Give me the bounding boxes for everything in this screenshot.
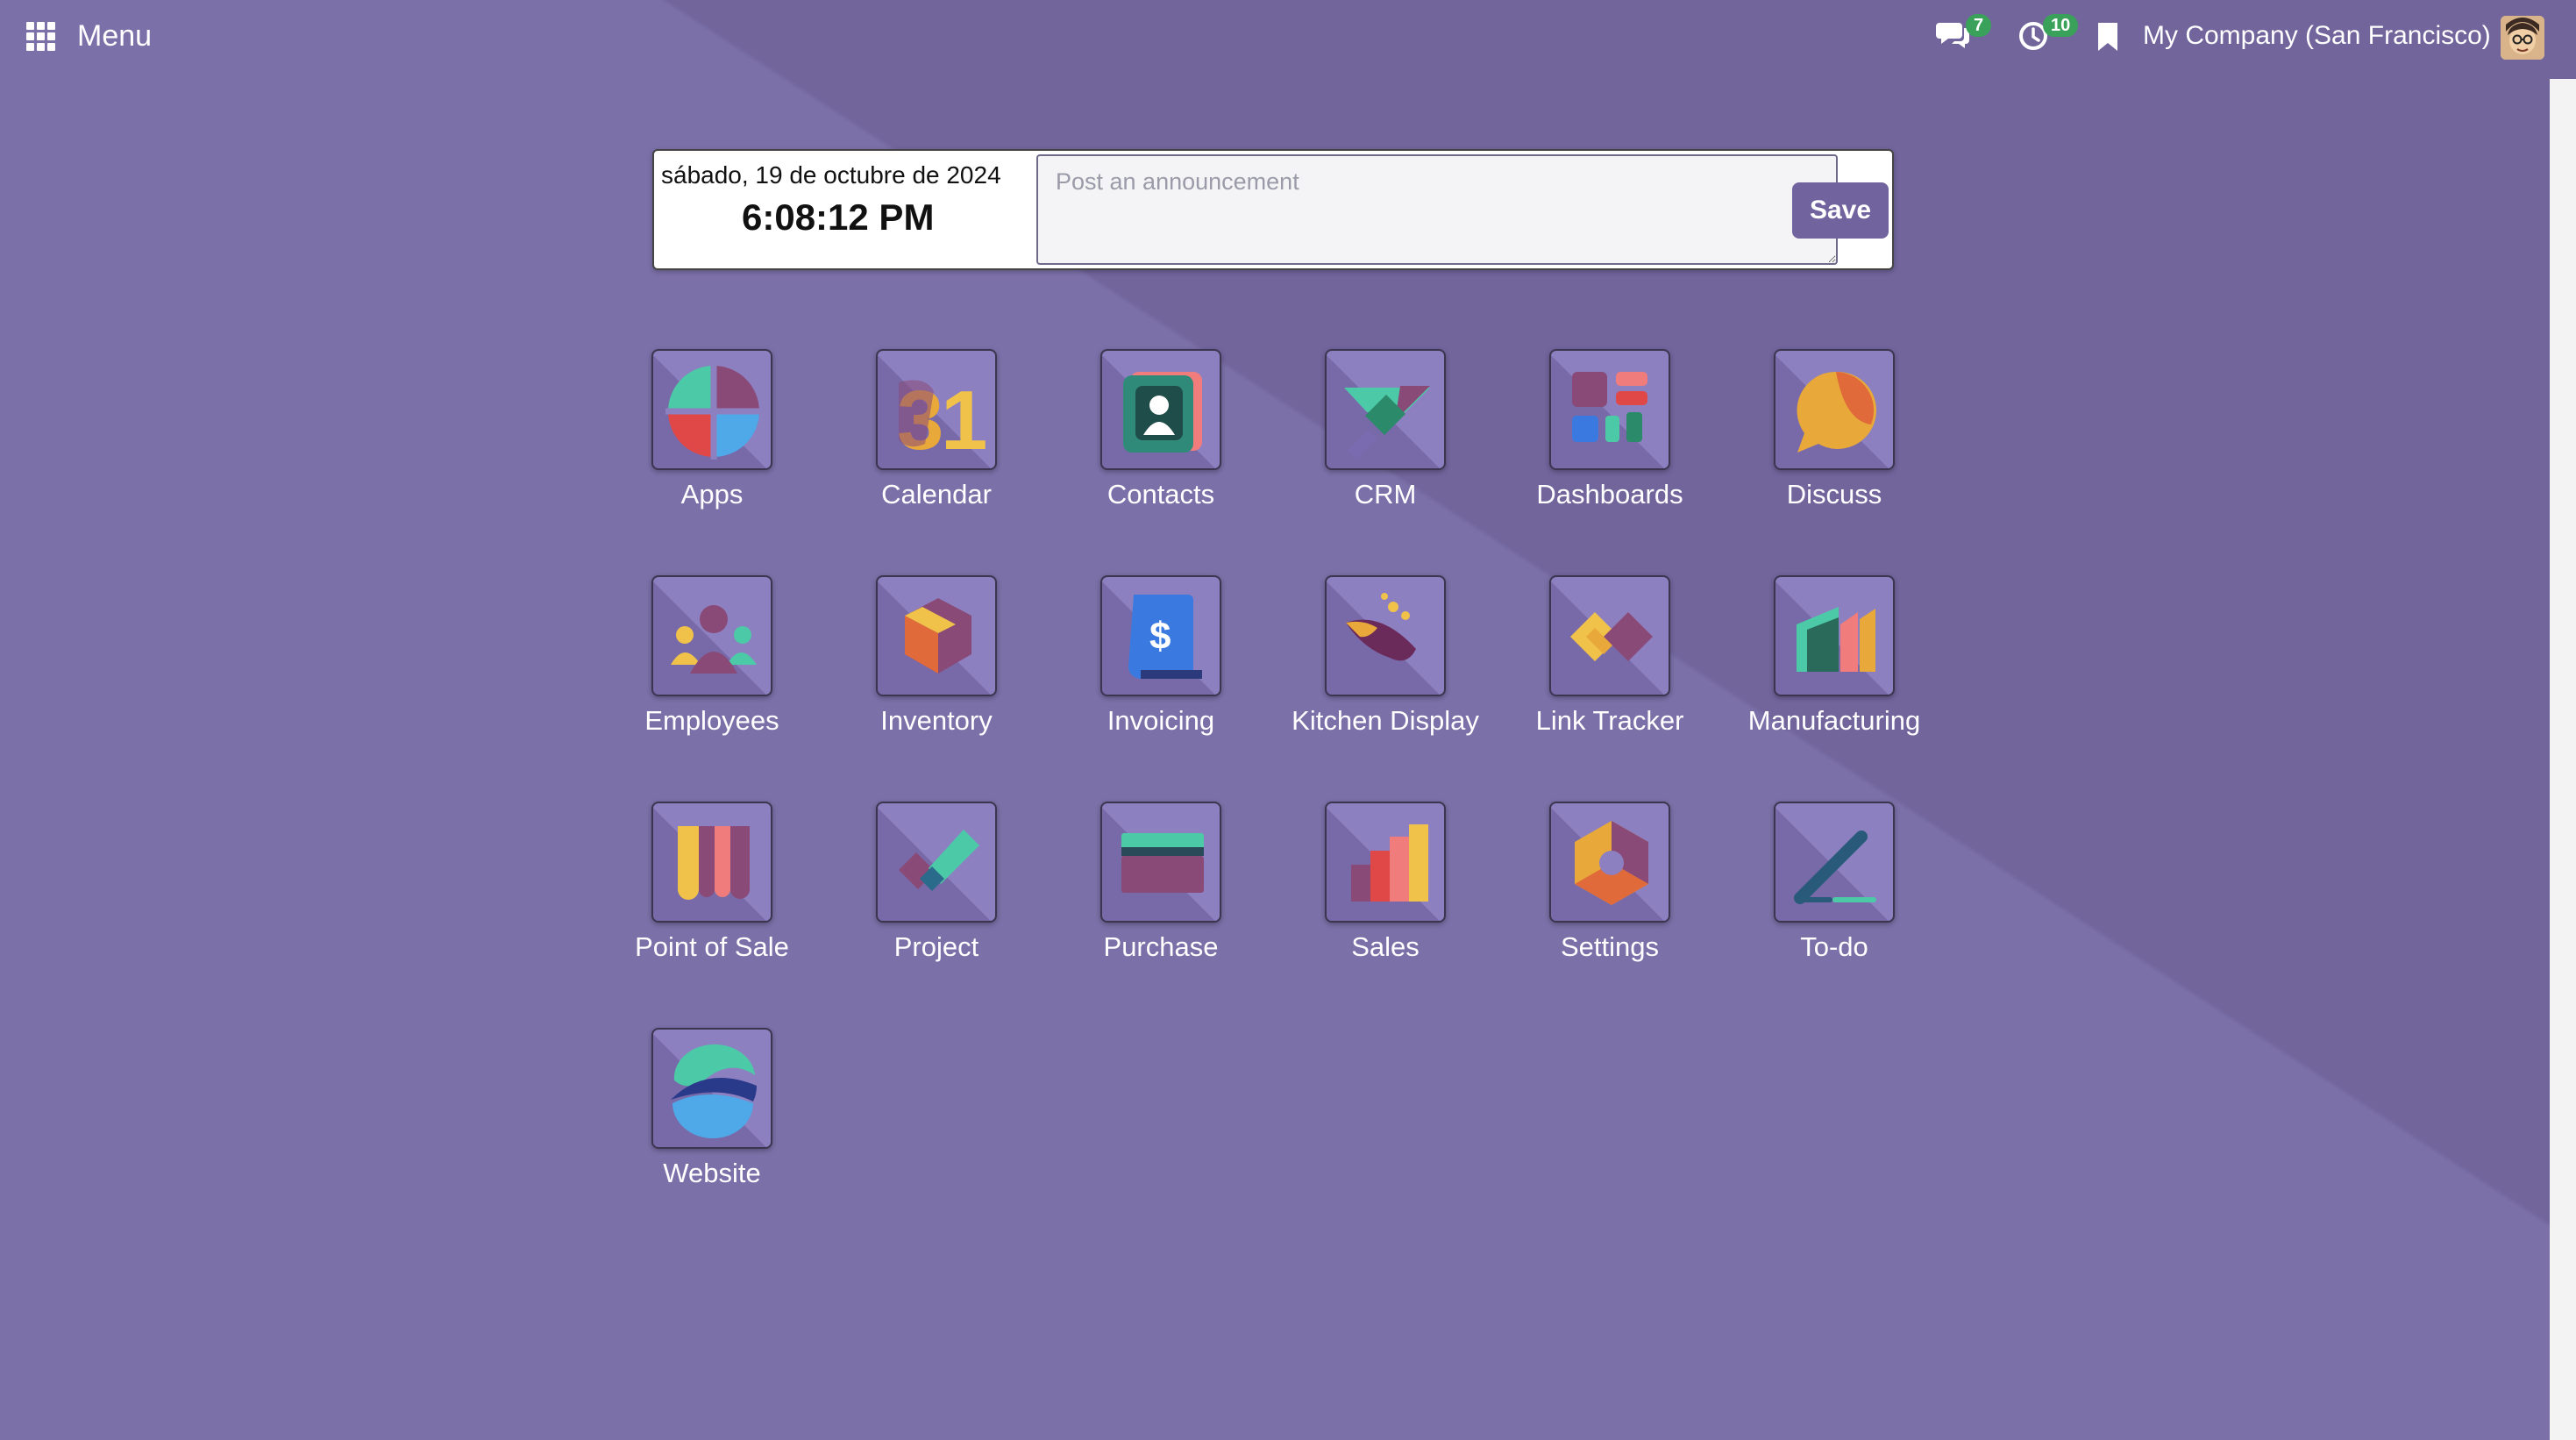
tile bbox=[876, 802, 997, 923]
user-avatar[interactable] bbox=[2501, 16, 2544, 60]
app-purchase[interactable]: Purchase bbox=[1049, 802, 1273, 963]
app-label: Project bbox=[893, 931, 979, 962]
app-point-of-sale[interactable]: Point of Sale bbox=[600, 802, 824, 963]
tile bbox=[651, 575, 772, 696]
app-dashboards[interactable]: Dashboards bbox=[1498, 349, 1722, 510]
app-label: Point of Sale bbox=[635, 931, 789, 962]
app-website[interactable]: Website bbox=[600, 1028, 824, 1189]
website-icon bbox=[671, 1044, 757, 1138]
app-inventory[interactable]: Inventory bbox=[824, 575, 1049, 737]
kitchen-display-icon bbox=[1346, 593, 1416, 661]
app-calendar[interactable]: 3 1 Calendar bbox=[824, 349, 1049, 510]
app-label: Purchase bbox=[1103, 931, 1219, 962]
app-label: Settings bbox=[1560, 931, 1659, 962]
app-crm[interactable]: CRM bbox=[1273, 349, 1498, 510]
tile bbox=[1549, 349, 1670, 470]
app-invoicing[interactable]: $ Invoicing bbox=[1049, 575, 1273, 737]
chat-count-badge: 7 bbox=[1966, 14, 1992, 37]
tile bbox=[1774, 575, 1895, 696]
app-discuss[interactable]: Discuss bbox=[1722, 349, 1946, 510]
save-button[interactable]: Save bbox=[1792, 182, 1889, 239]
app-label: Inventory bbox=[880, 705, 993, 736]
point-of-sale-icon bbox=[678, 826, 750, 900]
app-label: Calendar bbox=[881, 479, 992, 510]
app-label: Kitchen Display bbox=[1292, 705, 1479, 736]
manufacturing-icon bbox=[1797, 607, 1875, 672]
bookmark-button[interactable] bbox=[2096, 21, 2122, 53]
activity-button[interactable]: 10 bbox=[2017, 14, 2079, 51]
tile bbox=[1325, 802, 1446, 923]
app-link-tracker[interactable]: Link Tracker bbox=[1498, 575, 1722, 737]
app-label: CRM bbox=[1354, 479, 1417, 510]
scrollbar[interactable] bbox=[2550, 79, 2576, 1440]
bookmark-icon bbox=[2098, 23, 2117, 51]
app-employees[interactable]: Employees bbox=[600, 575, 824, 737]
contacts-icon bbox=[1123, 372, 1202, 453]
app-sales[interactable]: Sales bbox=[1273, 802, 1498, 963]
tile: 3 1 bbox=[876, 349, 997, 470]
tile bbox=[876, 575, 997, 696]
settings-icon bbox=[1575, 821, 1648, 905]
calendar-icon: 3 1 bbox=[897, 374, 986, 460]
tile bbox=[1549, 802, 1670, 923]
app-label: Employees bbox=[644, 705, 779, 736]
announcement-widget: sábado, 19 de octubre de 2024 6:08:12 PM… bbox=[652, 149, 1894, 270]
current-time: 6:08:12 PM bbox=[742, 196, 935, 238]
tile bbox=[1325, 349, 1446, 470]
sales-icon bbox=[1351, 824, 1428, 902]
link-tracker-icon bbox=[1570, 612, 1653, 661]
app-label: Invoicing bbox=[1107, 705, 1215, 736]
tile bbox=[651, 802, 772, 923]
app-grid-icon bbox=[26, 21, 56, 52]
invoicing-icon: $ bbox=[1128, 595, 1202, 679]
app-label: Website bbox=[663, 1158, 761, 1188]
menu-button[interactable]: Menu bbox=[26, 19, 152, 53]
company-switcher[interactable]: My Company (San Francisco) bbox=[2143, 21, 2491, 51]
tile bbox=[1100, 802, 1221, 923]
dashboards-icon bbox=[1572, 372, 1647, 442]
tile bbox=[1100, 349, 1221, 470]
app-label: Discuss bbox=[1786, 479, 1882, 510]
app-kitchen-display[interactable]: Kitchen Display bbox=[1273, 575, 1498, 737]
app-label: Dashboards bbox=[1536, 479, 1683, 510]
announcement-input[interactable] bbox=[1036, 154, 1838, 265]
app-apps[interactable]: Apps bbox=[600, 349, 824, 510]
app-label: Sales bbox=[1351, 931, 1420, 962]
project-icon bbox=[899, 830, 979, 891]
app-label: To-do bbox=[1800, 931, 1868, 962]
app-label: Manufacturing bbox=[1747, 705, 1921, 736]
apps-icon bbox=[665, 363, 762, 460]
app-label: Contacts bbox=[1107, 479, 1215, 510]
current-date: sábado, 19 de octubre de 2024 bbox=[661, 161, 1001, 189]
tile bbox=[1774, 802, 1895, 923]
app-label: Apps bbox=[680, 479, 744, 510]
svg-text:$: $ bbox=[1149, 615, 1171, 658]
todo-icon bbox=[1794, 830, 1876, 904]
app-settings[interactable]: Settings bbox=[1498, 802, 1722, 963]
employees-icon bbox=[671, 605, 757, 674]
top-navbar: Menu 7 10 My Company (San Francisco) bbox=[0, 0, 2550, 77]
app-todo[interactable]: To-do bbox=[1722, 802, 1946, 963]
discuss-icon bbox=[1797, 371, 1877, 453]
app-project[interactable]: Project bbox=[824, 802, 1049, 963]
tile: $ bbox=[1100, 575, 1221, 696]
tile bbox=[1325, 575, 1446, 696]
tile bbox=[651, 349, 772, 470]
activity-count-badge: 10 bbox=[2043, 14, 2079, 37]
inventory-icon bbox=[905, 598, 971, 674]
menu-label: Menu bbox=[77, 19, 153, 53]
tile bbox=[651, 1028, 772, 1149]
crm-icon bbox=[1344, 386, 1430, 460]
tile bbox=[1774, 349, 1895, 470]
tile bbox=[1549, 575, 1670, 696]
app-contacts[interactable]: Contacts bbox=[1049, 349, 1273, 510]
app-manufacturing[interactable]: Manufacturing bbox=[1722, 575, 1946, 737]
purchase-icon bbox=[1121, 833, 1204, 893]
chat-button[interactable]: 7 bbox=[1936, 14, 1992, 51]
app-label: Link Tracker bbox=[1535, 705, 1684, 736]
svg-text:1: 1 bbox=[941, 374, 986, 460]
avatar-icon bbox=[2501, 16, 2544, 60]
